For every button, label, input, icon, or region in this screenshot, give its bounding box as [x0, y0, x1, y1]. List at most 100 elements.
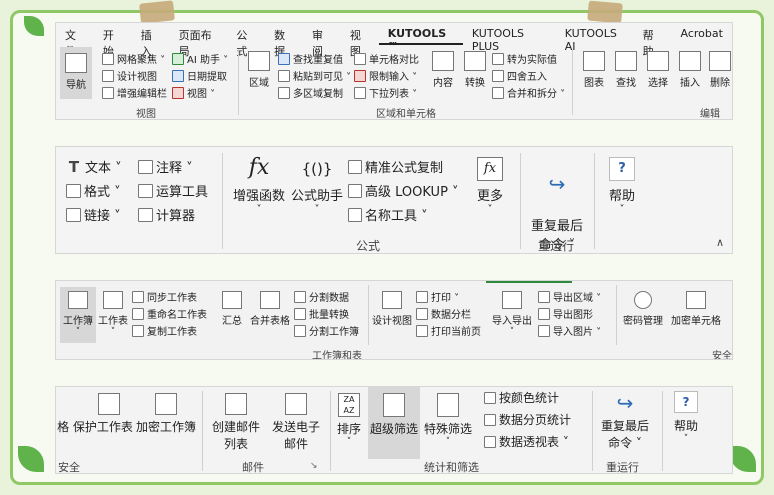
paste-visible-button[interactable]: 粘贴到可见 ˅ [278, 68, 351, 83]
data-columns-button[interactable]: 数据分栏 [416, 306, 471, 321]
tab-view[interactable]: 视图 [341, 23, 379, 58]
merge-split-button[interactable]: 合并和拆分 ˅ [492, 85, 565, 100]
count-by-color-button[interactable]: 按颜色统计 [484, 389, 559, 406]
sort-button[interactable]: ZA AZ 排序 ˅ [332, 393, 366, 447]
export-graphics-button[interactable]: 导出图形 [538, 306, 593, 321]
filter-icon [383, 393, 405, 417]
advanced-lookup-button[interactable]: 高级 LOOKUP ˅ [348, 181, 459, 200]
split-workbook-button[interactable]: 分割工作簿 [294, 323, 359, 338]
paging-subtotals-button[interactable]: 数据分页统计 [484, 411, 571, 428]
tab-home[interactable]: 开始 [94, 23, 132, 58]
paste-icon [278, 69, 290, 82]
restrict-input-button[interactable]: 限制输入 ˅ [354, 68, 417, 83]
view-dropdown-button[interactable]: 视图 ˅ [172, 85, 215, 100]
send-email-button[interactable]: 发送电子 邮件 [266, 393, 326, 452]
link-label: 链接 ˅ [84, 209, 121, 224]
print-current-page-button[interactable]: 打印当前页 [416, 323, 481, 338]
workbook-label: 工作簿 [63, 316, 93, 327]
pivot-table-button[interactable]: 数据透视表 ˅ [484, 433, 569, 450]
insert-icon [679, 51, 701, 71]
group-separator [592, 391, 593, 471]
split-data-button[interactable]: 分割数据 [294, 289, 349, 304]
tab-insert[interactable]: 插入 [132, 23, 170, 58]
super-filter-button[interactable]: 超级筛选 [368, 387, 420, 459]
operation-tools-button[interactable]: 运算工具 [138, 181, 208, 200]
exact-formula-copy-button[interactable]: 精准公式复制 [348, 157, 443, 176]
select-label: 选择 [648, 78, 668, 89]
encrypt-cells-button[interactable]: 加密单元格 [668, 291, 724, 327]
merge-tables-button[interactable]: 合并表格 [248, 291, 292, 327]
more-button[interactable]: fx 更多 ˅ [470, 157, 510, 215]
content-label: 内容 [433, 78, 453, 89]
rename-worksheets-button[interactable]: 重命名工作表 [132, 306, 207, 321]
print-button[interactable]: 打印 ˅ [416, 289, 459, 304]
name-tools-button[interactable]: 名称工具 ˅ [348, 205, 428, 224]
range-button[interactable]: 区域 [244, 51, 274, 89]
batch-convert-button[interactable]: 批量转换 [294, 306, 349, 321]
more-label: 更多 [476, 189, 503, 204]
help-button[interactable]: ? 帮助 ˅ [666, 391, 706, 444]
protect-worksheet-button[interactable]: 格 保护工作表 [56, 393, 134, 435]
import-pictures-button[interactable]: 导入图片 ˅ [538, 323, 601, 338]
collapse-ribbon-icon[interactable]: ∧ [716, 236, 724, 249]
ribbon-screenshot-1: 文件 开始 插入 页面布局 公式 数据 审阅 视图 KUTOOLS ™ KUTO… [55, 22, 733, 120]
tab-kutools[interactable]: KUTOOLS ™ [378, 23, 463, 53]
find-button[interactable]: 查找 [612, 51, 640, 89]
multi-range-copy-button[interactable]: 多区域复制 [278, 85, 343, 100]
tab-formulas[interactable]: 公式 [227, 23, 265, 58]
content-button[interactable]: 内容 [428, 51, 458, 89]
select-button[interactable]: 选择 [644, 51, 672, 89]
format-button[interactable]: 格式 ˅ [66, 181, 121, 200]
tab-file[interactable]: 文件 [56, 23, 94, 58]
sync-worksheets-button[interactable]: 同步工作表 [132, 289, 197, 304]
tab-review[interactable]: 审阅 [303, 23, 341, 58]
copy-worksheets-button[interactable]: 复制工作表 [132, 323, 197, 338]
paging-subtotals-label: 数据分页统计 [499, 413, 572, 427]
chart-button[interactable]: 图表 [580, 51, 608, 89]
printer-icon [416, 290, 428, 303]
text-button[interactable]: T 文本 ˅ [66, 157, 122, 177]
export-range-button[interactable]: 导出区域 ˅ [538, 289, 601, 304]
worksheet-button[interactable]: 工作表 ˅ [96, 291, 130, 337]
tab-data[interactable]: 数据 [265, 23, 303, 58]
comment-button[interactable]: 注释 ˅ [138, 157, 193, 176]
copy-icon [278, 86, 290, 99]
dropdown-list-button[interactable]: 下拉列表 ˅ [354, 85, 417, 100]
password-manager-button[interactable]: 密码管理 [620, 291, 666, 327]
batch-convert-label: 批量转换 [309, 310, 349, 321]
tab-kutools-ai[interactable]: KUTOOLS AI [556, 23, 634, 53]
tab-kutools-plus[interactable]: KUTOOLS PLUS [463, 23, 556, 53]
import-export-button[interactable]: 导入导出 ˅ [488, 291, 536, 337]
enhanced-functions-button[interactable]: fx 增强函数 ˅ [230, 155, 288, 215]
insert-button[interactable]: 插入 [676, 51, 704, 89]
summary-button[interactable]: 汇总 [216, 291, 248, 327]
repeat-last-command-button[interactable]: ↪ 重复最后 命令 ˅ [594, 391, 656, 451]
design-view-button[interactable]: 设计视图 [102, 68, 157, 83]
help-button[interactable]: ? 帮助 ˅ [602, 157, 642, 215]
tab-acrobat[interactable]: Acrobat [672, 23, 732, 45]
convert-button[interactable]: 转换 [460, 51, 490, 89]
link-button[interactable]: 链接 ˅ [66, 205, 121, 224]
ai-assistant-button[interactable]: AI 助手 ˅ [172, 51, 228, 66]
enhanced-edit-bar-button[interactable]: 增强编辑栏 [102, 85, 167, 100]
design-view-button[interactable]: 设计视图 [370, 291, 414, 327]
range-icon [248, 51, 270, 71]
navigation-button[interactable]: 导航 [60, 47, 92, 99]
calculator-button[interactable]: 计算器 [138, 205, 195, 224]
delete-button[interactable]: 删除 [706, 51, 732, 89]
cell-compare-button[interactable]: 单元格对比 [354, 51, 419, 66]
find-duplicates-button[interactable]: 查找重复值 [278, 51, 343, 66]
tab-page-layout[interactable]: 页面布局 [170, 23, 228, 58]
encrypt-workbook-button[interactable]: 加密工作簿 [134, 393, 198, 435]
formula-helper-button[interactable]: {()} 公式助手 ˅ [290, 155, 344, 215]
special-filter-button[interactable]: 特殊筛选 ˅ [422, 393, 474, 447]
to-actual-button[interactable]: 转为实际值 [492, 51, 557, 66]
workbook-button[interactable]: 工作簿 ˅ [60, 287, 96, 343]
grid-focus-button[interactable]: 网格聚焦 ˅ [102, 51, 165, 66]
dialog-launcher-icon[interactable]: ↘ [310, 461, 318, 471]
navigation-icon [65, 53, 87, 73]
round-button[interactable]: 四舍五入 [492, 68, 547, 83]
date-extract-button[interactable]: 日期提取 [172, 68, 227, 83]
tab-help[interactable]: 帮助 [634, 23, 672, 58]
create-mailing-list-button[interactable]: 创建邮件 列表 [206, 393, 266, 452]
